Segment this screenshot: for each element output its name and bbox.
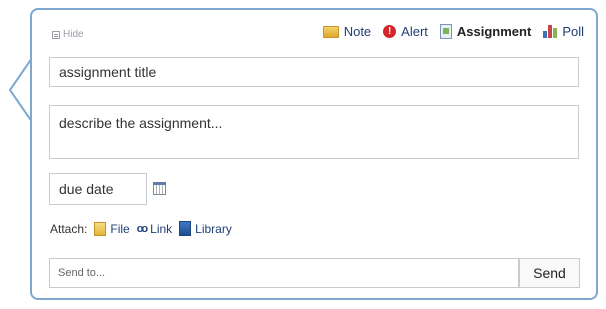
assignment-title-field[interactable]: assignment title <box>49 57 579 87</box>
attach-file-link[interactable]: File <box>94 221 130 236</box>
post-type-tabs: Note ! Alert Assignment Poll <box>322 24 584 39</box>
attach-library-link[interactable]: Library <box>179 221 232 236</box>
hide-icon <box>52 30 60 39</box>
tab-assignment[interactable]: Assignment <box>439 24 532 39</box>
attach-library-label: Library <box>195 221 232 236</box>
tab-assignment-label: Assignment <box>456 24 532 39</box>
tab-note[interactable]: Note <box>322 24 372 39</box>
link-icon: oo <box>136 222 149 235</box>
tab-alert[interactable]: ! Alert <box>383 24 428 39</box>
assignment-composer: Hide Note ! Alert Assignment Poll assign… <box>0 0 606 309</box>
tab-poll-label: Poll <box>562 24 584 39</box>
composer-panel: Hide Note ! Alert Assignment Poll assign… <box>30 8 598 300</box>
tab-alert-label: Alert <box>401 24 428 39</box>
assignment-description-field[interactable]: describe the assignment... <box>49 105 579 159</box>
attach-link-link[interactable]: oo Link <box>137 222 172 236</box>
alert-icon: ! <box>383 25 397 38</box>
calendar-icon[interactable] <box>153 182 166 195</box>
file-icon <box>94 221 107 236</box>
poll-bar <box>553 28 558 38</box>
assignment-icon <box>439 24 452 39</box>
due-date-field[interactable]: due date <box>49 173 147 205</box>
tab-poll[interactable]: Poll <box>543 24 584 39</box>
attach-file-label: File <box>110 221 130 236</box>
hide-link[interactable]: Hide <box>52 29 84 40</box>
library-icon <box>179 221 192 236</box>
note-icon <box>322 25 339 38</box>
send-to-field[interactable]: Send to... <box>49 258 519 288</box>
attach-row: Attach: File oo Link Library <box>50 221 232 236</box>
attach-link-label: Link <box>150 221 173 236</box>
poll-bar <box>543 31 548 38</box>
attach-label: Attach: <box>50 221 88 236</box>
poll-bar <box>548 25 553 38</box>
poll-icon <box>543 25 558 38</box>
tab-note-label: Note <box>343 24 372 39</box>
send-button[interactable]: Send <box>519 258 580 288</box>
hide-label: Hide <box>63 29 84 40</box>
